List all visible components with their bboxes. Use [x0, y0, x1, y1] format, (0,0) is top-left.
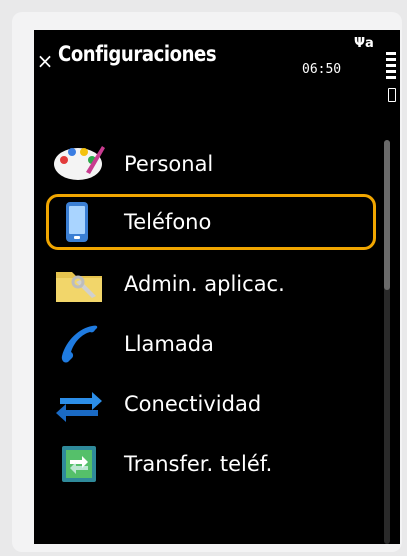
phone-icon	[66, 202, 88, 242]
clock-display: 06:50	[302, 62, 342, 77]
phone-screen: × Configuraciones 06:50 Ψa Personal Telé…	[34, 30, 400, 544]
scrollbar-thumb[interactable]	[384, 140, 390, 290]
palette-icon	[54, 146, 105, 180]
folder-tools-icon	[56, 272, 102, 302]
menu-item-label: Teléfono	[124, 210, 212, 234]
menu-item-label: Personal	[124, 152, 214, 176]
battery-icon	[388, 88, 396, 102]
battery-level-icon	[386, 52, 396, 92]
exchange-arrows-icon	[56, 392, 102, 422]
signal-icon: Ψa	[354, 36, 374, 51]
scrollbar[interactable]	[384, 140, 390, 544]
handset-icon	[61, 325, 98, 363]
status-bar: × Configuraciones 06:50 Ψa	[34, 30, 400, 102]
menu-item-llamada[interactable]: Llamada	[46, 316, 376, 372]
menu-item-label: Llamada	[124, 332, 214, 356]
menu-item-transfer-telef[interactable]: Transfer. teléf.	[46, 436, 376, 492]
menu-item-personal[interactable]: Personal	[46, 136, 376, 192]
menu-item-label: Transfer. teléf.	[124, 452, 273, 476]
menu-item-label: Admin. aplicac.	[124, 272, 285, 296]
menu-item-telefono[interactable]: Teléfono	[46, 194, 376, 250]
menu-item-conectividad[interactable]: Conectividad	[46, 376, 376, 432]
menu-item-label: Conectividad	[124, 392, 262, 416]
close-button[interactable]: ×	[34, 50, 56, 72]
page-title: Configuraciones	[58, 42, 217, 66]
menu-item-admin-aplicac[interactable]: Admin. aplicac.	[46, 256, 376, 312]
transfer-icon	[62, 446, 96, 482]
